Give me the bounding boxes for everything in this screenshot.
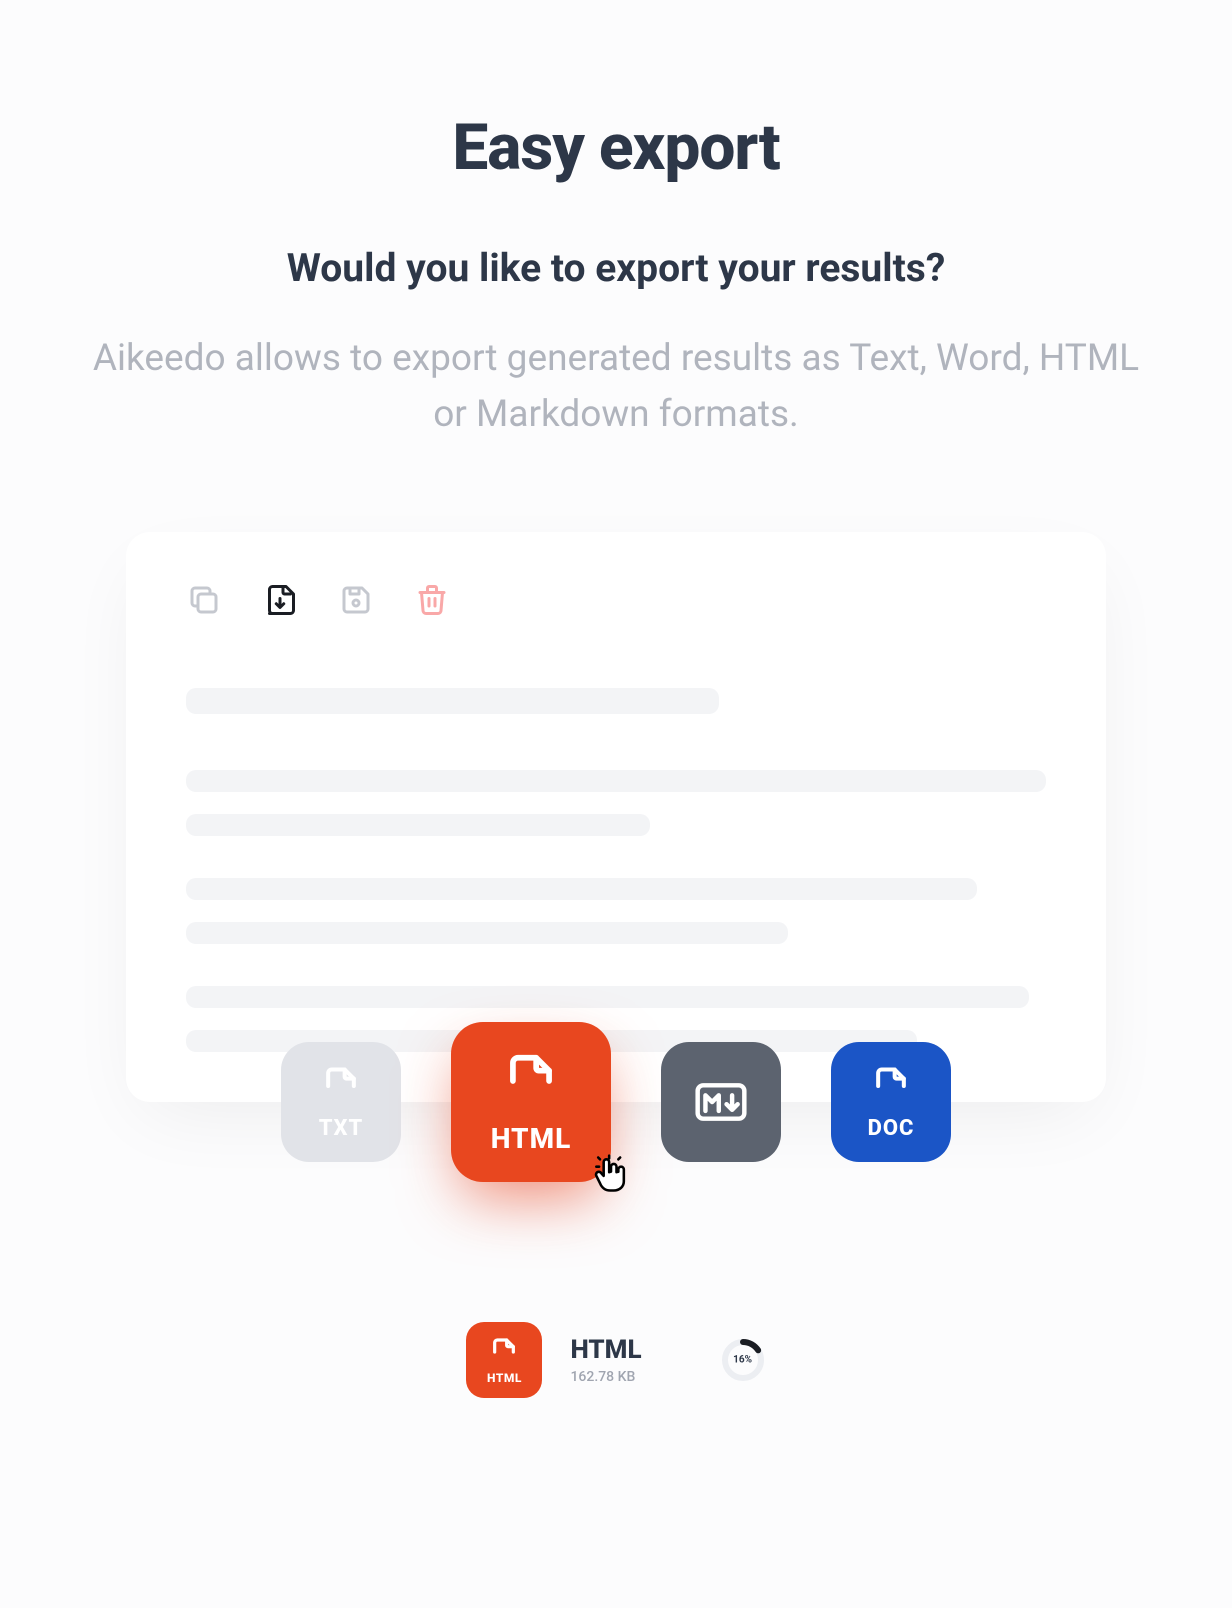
skeleton-line bbox=[186, 986, 1029, 1008]
tile-label: HTML bbox=[491, 1122, 572, 1155]
skeleton-line bbox=[186, 814, 650, 836]
tile-label: TXT bbox=[319, 1116, 364, 1141]
export-tile-doc[interactable]: DOC bbox=[831, 1042, 951, 1162]
skeleton-line bbox=[186, 770, 1046, 792]
export-tile-md[interactable] bbox=[661, 1042, 781, 1162]
skeleton-line bbox=[186, 878, 977, 900]
export-tiles: TXT HTML bbox=[0, 1042, 1232, 1182]
page-title: Easy export bbox=[0, 110, 1232, 185]
toolbar bbox=[186, 582, 1046, 618]
copy-icon[interactable] bbox=[186, 582, 222, 618]
save-icon[interactable] bbox=[338, 582, 374, 618]
page-description: Aikeedo allows to export generated resul… bbox=[76, 331, 1156, 442]
delete-icon[interactable] bbox=[414, 582, 450, 618]
tile-label: DOC bbox=[868, 1116, 915, 1141]
skeleton-line bbox=[186, 922, 788, 944]
download-file-icon[interactable] bbox=[262, 582, 298, 618]
download-progress-text: 16% bbox=[733, 1355, 752, 1366]
download-file-icon-tile: HTML bbox=[466, 1322, 542, 1398]
download-status: HTML HTML 162.78 KB 16% bbox=[0, 1322, 1232, 1398]
export-tile-txt[interactable]: TXT bbox=[281, 1042, 401, 1162]
skeleton-line bbox=[186, 688, 719, 714]
page-subtitle: Would you like to export your results? bbox=[0, 245, 1232, 291]
download-progress-ring: 16% bbox=[720, 1337, 766, 1383]
cursor-pointer-icon bbox=[589, 1152, 633, 1200]
mini-tile-label: HTML bbox=[487, 1371, 522, 1385]
download-file-name: HTML bbox=[570, 1335, 641, 1365]
content-card bbox=[126, 532, 1106, 1102]
download-file-size: 162.78 KB bbox=[570, 1369, 641, 1385]
export-tile-html[interactable]: HTML bbox=[451, 1022, 611, 1182]
